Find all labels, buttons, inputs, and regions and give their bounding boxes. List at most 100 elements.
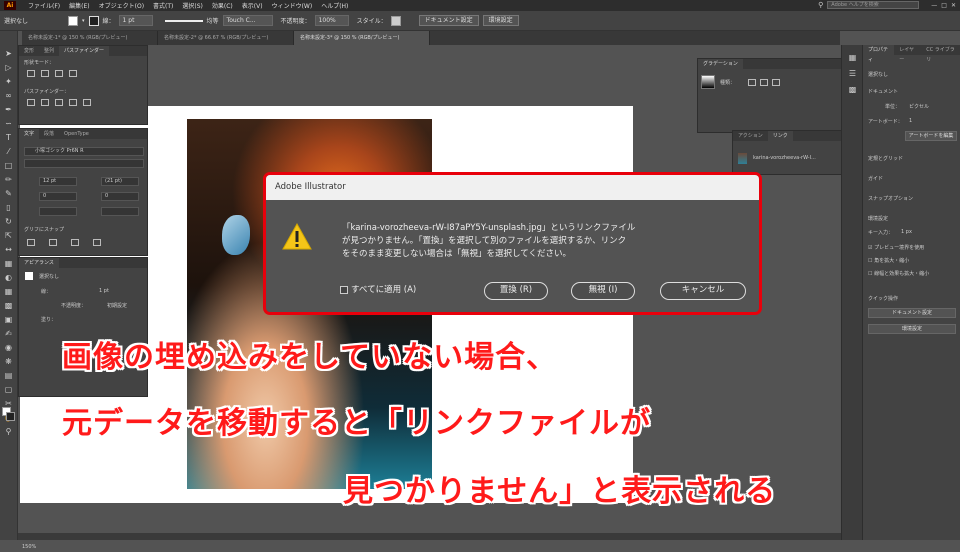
ignore-button[interactable]: 無視 (I) [571, 282, 635, 300]
curvature-tool-icon[interactable]: ∽ [3, 119, 14, 129]
outline-icon[interactable] [83, 99, 91, 106]
quick-preferences-button[interactable]: 環境設定 [868, 324, 956, 334]
eyedropper-icon[interactable]: ✍ [3, 329, 14, 339]
type-tool-icon[interactable]: T [3, 133, 14, 143]
apply-to-all-label[interactable]: すべてに適用 (A) [351, 283, 416, 295]
tab-links[interactable]: リンク [767, 131, 793, 141]
chevron-down-icon[interactable]: ▾ [82, 18, 85, 24]
opacity-input[interactable]: 100% [314, 15, 349, 26]
stroke-swatch[interactable] [88, 15, 99, 26]
appearance-opacity-default[interactable]: 初期設定 [107, 302, 127, 309]
selection-tool-icon[interactable]: ➤ [3, 49, 14, 59]
shaper-tool-icon[interactable]: ✎ [3, 189, 14, 199]
snap-proximity-icon[interactable] [93, 239, 101, 246]
blend-tool-icon[interactable]: ◉ [3, 343, 14, 353]
gradient-tool-icon[interactable]: ▣ [3, 315, 14, 325]
free-transform-icon[interactable]: ▦ [3, 259, 14, 269]
quick-doc-settings-button[interactable]: ドキュメント設定 [868, 308, 956, 318]
preferences-button[interactable]: 環境設定 [482, 15, 519, 26]
tab-align[interactable]: 整列 [39, 46, 59, 56]
trim-icon[interactable] [41, 99, 49, 106]
swatches-icon[interactable]: ▩ [847, 85, 858, 95]
appearance-fill-label[interactable]: 塗り： [41, 316, 56, 323]
eraser-icon[interactable]: ▯ [3, 203, 14, 213]
tab-appearance[interactable]: アピアランス [19, 258, 59, 268]
snap-baseline-icon[interactable] [27, 239, 35, 246]
minus-front-icon[interactable] [41, 70, 49, 77]
exclude-icon[interactable] [69, 70, 77, 77]
linear-gradient-icon[interactable] [748, 79, 756, 86]
edit-artboard-button[interactable]: アートボードを編集 [905, 131, 957, 141]
replace-button[interactable]: 置換 (R) [484, 282, 548, 300]
tab-cc-libraries[interactable]: CC ライブラリ [921, 45, 960, 63]
apply-to-all-checkbox[interactable] [340, 286, 348, 294]
menu-object[interactable]: オブジェクト(O) [99, 1, 144, 10]
gradient-preview[interactable] [701, 75, 715, 89]
paintbrush-icon[interactable]: ✏ [3, 175, 14, 185]
perspective-grid-icon[interactable]: ▦ [3, 287, 14, 297]
shape-builder-icon[interactable]: ◐ [3, 273, 14, 283]
intersect-icon[interactable] [55, 70, 63, 77]
rectangle-tool-icon[interactable]: □ [3, 161, 14, 171]
key-increment-input[interactable]: 1 px [901, 229, 912, 235]
document-settings-button[interactable]: ドキュメント設定 [418, 15, 479, 26]
artboard-dropdown[interactable]: 1 [909, 118, 912, 124]
tracking-input[interactable]: 0 [101, 192, 139, 201]
doc-tab-3[interactable]: 名称未設定-3* @ 150 % (RGB/プレビュー) [294, 31, 430, 45]
divide-icon[interactable] [27, 99, 35, 106]
radial-gradient-icon[interactable] [760, 79, 768, 86]
pen-tool-icon[interactable]: ✒ [3, 105, 14, 115]
cancel-button[interactable]: キャンセル [660, 282, 746, 300]
snap-xheight-icon[interactable] [49, 239, 57, 246]
tab-layers[interactable]: レイヤー [894, 45, 921, 63]
menu-view[interactable]: 表示(V) [242, 1, 263, 10]
rotate-tool-icon[interactable]: ↻ [3, 217, 14, 227]
tab-transform[interactable]: 変形 [19, 46, 39, 56]
font-size-input[interactable]: 12 pt [39, 177, 77, 186]
tab-gradient[interactable]: グラデーション [698, 59, 743, 69]
tab-properties[interactable]: プロパティ [863, 45, 895, 63]
merge-icon[interactable] [55, 99, 63, 106]
stroke-style-line[interactable] [164, 19, 203, 22]
zoom-level[interactable]: 150% [18, 544, 36, 550]
properties-icon[interactable]: ▦ [847, 53, 858, 63]
menu-select[interactable]: 選択(S) [182, 1, 203, 10]
tab-actions[interactable]: アクション [733, 131, 768, 141]
vertical-scale-input[interactable] [39, 207, 77, 216]
style-swatch[interactable] [390, 15, 401, 26]
brush-dropdown[interactable]: Touch C... [222, 15, 273, 26]
lasso-icon[interactable]: ∞ [3, 91, 14, 101]
magic-wand-icon[interactable]: ✦ [3, 77, 14, 87]
scale-tool-icon[interactable]: ⇱ [3, 231, 14, 241]
tab-pathfinder[interactable]: パスファインダー [59, 46, 110, 56]
menu-window[interactable]: ウィンドウ(W) [272, 1, 313, 10]
scale-corners-checkbox[interactable]: ☐ 角を拡大・縮小 [868, 257, 909, 264]
stroke-color-swatch[interactable] [6, 412, 15, 421]
appearance-opacity-label[interactable]: 不透明度： [61, 302, 86, 309]
scale-strokes-checkbox[interactable]: ☐ 線幅と効果も拡大・縮小 [868, 270, 929, 277]
stroke-style-label[interactable]: 均等 [207, 16, 219, 25]
unite-icon[interactable] [27, 70, 35, 77]
font-style-dropdown[interactable] [24, 159, 144, 168]
kerning-input[interactable]: 0 [39, 192, 77, 201]
tab-character[interactable]: 文字 [19, 129, 40, 139]
line-tool-icon[interactable]: ⁄ [3, 147, 14, 157]
symbol-sprayer-icon[interactable]: ❋ [3, 357, 14, 367]
direct-selection-tool-icon[interactable]: ▷ [3, 63, 14, 73]
width-tool-icon[interactable]: ↔ [3, 245, 14, 255]
help-search-input[interactable]: Adobe ヘルプを検索 [827, 1, 920, 9]
menu-effect[interactable]: 効果(C) [212, 1, 233, 10]
menu-edit[interactable]: 編集(E) [69, 1, 89, 10]
stroke-weight-dropdown[interactable]: 1 pt [118, 15, 153, 26]
menu-type[interactable]: 書式(T) [153, 1, 173, 10]
preview-bounds-checkbox[interactable]: ☑ プレビュー境界を使用 [868, 244, 924, 251]
mesh-tool-icon[interactable]: ▩ [3, 301, 14, 311]
menu-file[interactable]: ファイル(F) [28, 1, 60, 10]
zoom-tool-icon[interactable]: ⚲ [3, 427, 14, 437]
crop-icon[interactable] [69, 99, 77, 106]
search-icon[interactable]: ⚲ [818, 1, 823, 9]
units-dropdown[interactable]: ピクセル [909, 103, 929, 110]
link-item[interactable]: karina-vorozheeva-rW-I... [753, 155, 816, 161]
artboard-tool-icon[interactable]: ▢ [3, 385, 14, 395]
appearance-stroke-weight[interactable]: 1 pt [99, 288, 109, 294]
